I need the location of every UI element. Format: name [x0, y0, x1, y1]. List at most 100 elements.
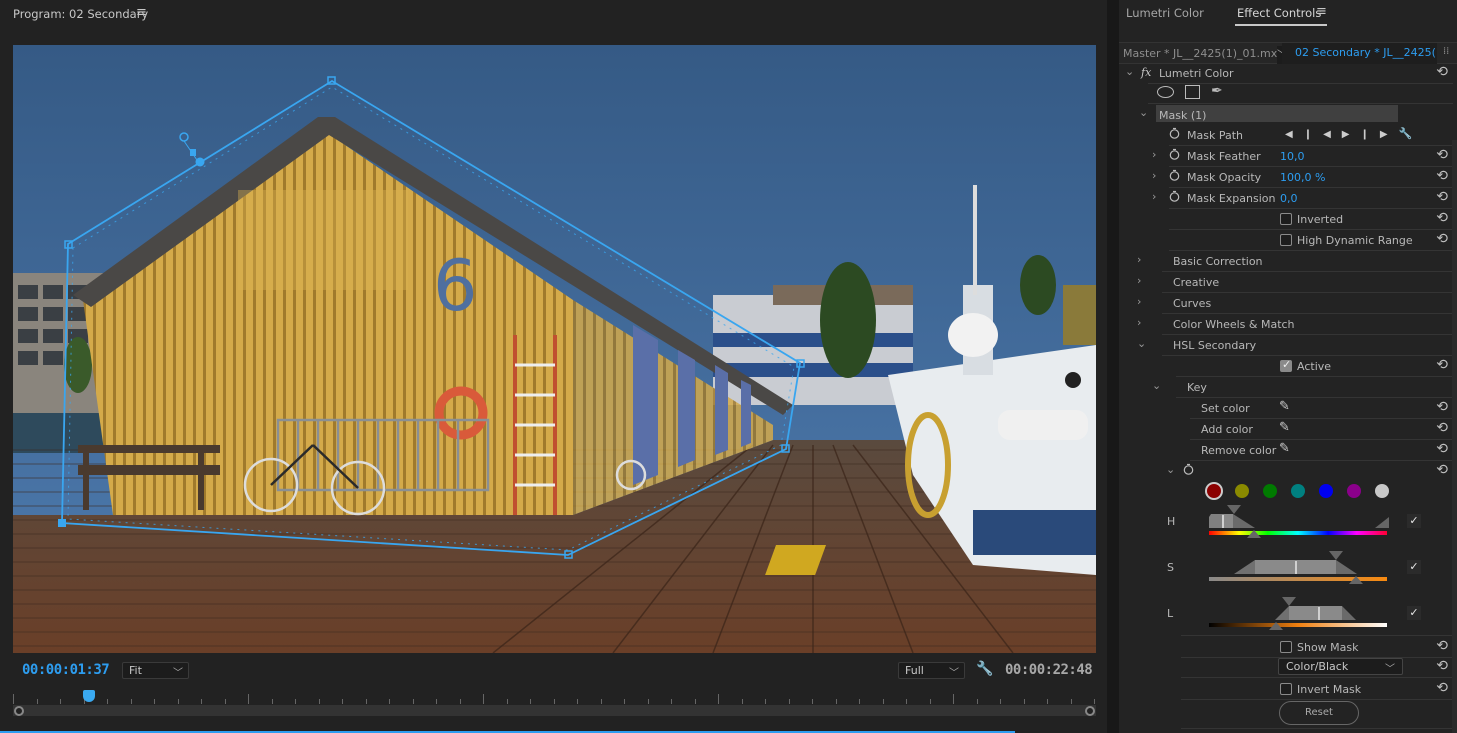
reset-icon[interactable]: ⟲: [1436, 462, 1448, 478]
ruler-tick: [835, 699, 837, 704]
zoom-scrollbar[interactable]: [13, 705, 1096, 716]
section-hsl-secondary[interactable]: ⌄ HSL Secondary: [1119, 335, 1453, 356]
mask-opacity-value[interactable]: 100,0 %: [1280, 171, 1325, 184]
active-checkbox[interactable]: [1280, 358, 1292, 372]
playhead[interactable]: [82, 690, 95, 702]
chevron-right-icon[interactable]: ›: [1152, 169, 1156, 182]
scroll-end-handle[interactable]: [1085, 706, 1095, 716]
color-preset-green[interactable]: [1263, 484, 1277, 498]
play-forward-icon[interactable]: ▶: [1342, 129, 1361, 140]
eyedropper-minus-icon[interactable]: ✎: [1279, 441, 1290, 456]
reset-icon[interactable]: ⟲: [1436, 64, 1448, 80]
ellipse-mask-icon[interactable]: [1157, 86, 1174, 98]
section-label: Basic Correction: [1173, 255, 1263, 268]
zoom-level-dropdown[interactable]: Fit ﹀: [122, 662, 189, 679]
reset-icon[interactable]: ⟲: [1436, 638, 1448, 654]
invert-mask-checkbox[interactable]: [1280, 683, 1292, 695]
reset-icon[interactable]: ⟲: [1436, 189, 1448, 205]
chevron-down-icon[interactable]: ⌄: [1137, 337, 1146, 350]
wrench-icon[interactable]: 🔧: [1399, 127, 1424, 140]
mask-feather-value[interactable]: 10,0: [1280, 150, 1305, 163]
chevron-down-icon[interactable]: ⌄: [1139, 106, 1148, 119]
reset-icon[interactable]: ⟲: [1436, 420, 1448, 436]
stopwatch-icon[interactable]: [1169, 190, 1180, 202]
key-row[interactable]: ⌄ Key: [1119, 377, 1453, 398]
hue-range-slider[interactable]: [1207, 503, 1389, 539]
color-preset-blue[interactable]: [1319, 484, 1333, 498]
color-preset-magenta[interactable]: [1347, 484, 1361, 498]
eyedropper-icon[interactable]: ✎: [1279, 399, 1290, 414]
show-mask-checkbox[interactable]: [1280, 641, 1292, 653]
chevron-right-icon[interactable]: ›: [1137, 295, 1141, 308]
color-preset-yellow[interactable]: [1235, 484, 1249, 498]
wrench-icon[interactable]: 🔧: [976, 661, 993, 677]
reset-icon[interactable]: ⟲: [1436, 210, 1448, 226]
eyedropper-plus-icon[interactable]: ✎: [1279, 420, 1290, 435]
saturation-enable-checkbox[interactable]: ✓: [1407, 560, 1421, 574]
section-curves[interactable]: › Curves: [1119, 293, 1453, 314]
color-preset-cyan[interactable]: [1291, 484, 1305, 498]
master-clip-label[interactable]: Master * JL__2425(1)_01.mxf: [1123, 47, 1281, 60]
tab-lumetri-color[interactable]: Lumetri Color: [1126, 6, 1204, 20]
track-backward-icon[interactable]: ◀❙: [1285, 129, 1323, 140]
chevron-right-icon[interactable]: ›: [1137, 274, 1141, 287]
mask-header-row[interactable]: ⌄ Mask (1): [1119, 104, 1453, 125]
reset-icon[interactable]: ⟲: [1436, 147, 1448, 163]
chevron-right-icon[interactable]: ›: [1152, 190, 1156, 203]
reset-icon[interactable]: ⟲: [1436, 168, 1448, 184]
scroll-start-handle[interactable]: [14, 706, 24, 716]
mask-vertex-selected[interactable]: [195, 157, 205, 167]
hamburger-menu-icon[interactable]: ≡: [1316, 4, 1327, 19]
ruler-tick: [741, 699, 743, 704]
sequence-clip-label[interactable]: 02 Secondary * JL__2425(1...: [1282, 43, 1437, 64]
time-ruler[interactable]: [13, 688, 1096, 704]
stopwatch-icon[interactable]: [1169, 148, 1180, 160]
tab-effect-controls[interactable]: Effect Controls: [1237, 6, 1321, 20]
chevron-down-icon[interactable]: ⌄: [1152, 379, 1161, 392]
rectangle-mask-icon[interactable]: [1185, 85, 1200, 99]
pen-mask-icon[interactable]: ✒: [1211, 83, 1223, 99]
chevron-down-icon[interactable]: ⌄: [1166, 463, 1175, 476]
inverted-checkbox[interactable]: [1280, 213, 1292, 225]
chevron-down-icon[interactable]: ⌄: [1125, 65, 1134, 78]
fx-badge-icon[interactable]: fx: [1141, 66, 1151, 79]
stopwatch-icon[interactable]: [1183, 463, 1194, 475]
reset-icon[interactable]: ⟲: [1436, 399, 1448, 415]
ruler-tick: [412, 699, 414, 704]
chevron-right-icon[interactable]: ›: [1152, 148, 1156, 161]
mask-name[interactable]: Mask (1): [1159, 109, 1206, 122]
section-color-wheels[interactable]: › Color Wheels & Match: [1119, 314, 1453, 335]
stopwatch-icon[interactable]: [1169, 127, 1180, 139]
ruler-tick: [882, 699, 884, 704]
panel-title[interactable]: Program: 02 Secondary: [13, 7, 148, 21]
hamburger-menu-icon[interactable]: ≡: [136, 5, 147, 20]
color-preset-red[interactable]: [1207, 484, 1221, 498]
playback-resolution-dropdown[interactable]: Full ﹀: [898, 662, 965, 679]
section-creative[interactable]: › Creative: [1119, 272, 1453, 293]
step-backward-icon[interactable]: ◀: [1323, 129, 1342, 140]
effect-row-lumetri[interactable]: ⌄ fx Lumetri Color ⟲: [1119, 63, 1453, 84]
chevron-right-icon[interactable]: ›: [1137, 316, 1141, 329]
current-timecode[interactable]: 00:00:01:37: [22, 662, 110, 678]
color-preset-white[interactable]: [1375, 484, 1389, 498]
reset-icon[interactable]: ⟲: [1436, 231, 1448, 247]
chevron-right-icon[interactable]: ›: [1137, 253, 1141, 266]
section-basic-correction[interactable]: › Basic Correction: [1119, 251, 1453, 272]
hue-enable-checkbox[interactable]: ✓: [1407, 514, 1421, 528]
panel-divider[interactable]: [1107, 0, 1119, 733]
stopwatch-icon[interactable]: [1169, 169, 1180, 181]
track-forward-icon[interactable]: ❙▶: [1360, 129, 1398, 140]
reset-icon[interactable]: ⟲: [1436, 441, 1448, 457]
panel-scrollbar[interactable]: [1452, 140, 1457, 733]
video-frame[interactable]: 6: [13, 45, 1096, 653]
reset-icon[interactable]: ⟲: [1436, 357, 1448, 373]
mask-feather-handle[interactable]: [190, 149, 196, 156]
hdr-checkbox[interactable]: [1280, 234, 1292, 246]
inverted-label: Inverted: [1297, 213, 1344, 226]
saturation-range-slider[interactable]: [1207, 549, 1389, 585]
reset-icon[interactable]: ⟲: [1436, 680, 1448, 696]
reset-icon[interactable]: ⟲: [1436, 658, 1448, 674]
ruler-tick: [130, 699, 132, 704]
grip-icon[interactable]: ⁞⁞: [1443, 46, 1449, 57]
mask-expansion-value[interactable]: 0,0: [1280, 192, 1298, 205]
